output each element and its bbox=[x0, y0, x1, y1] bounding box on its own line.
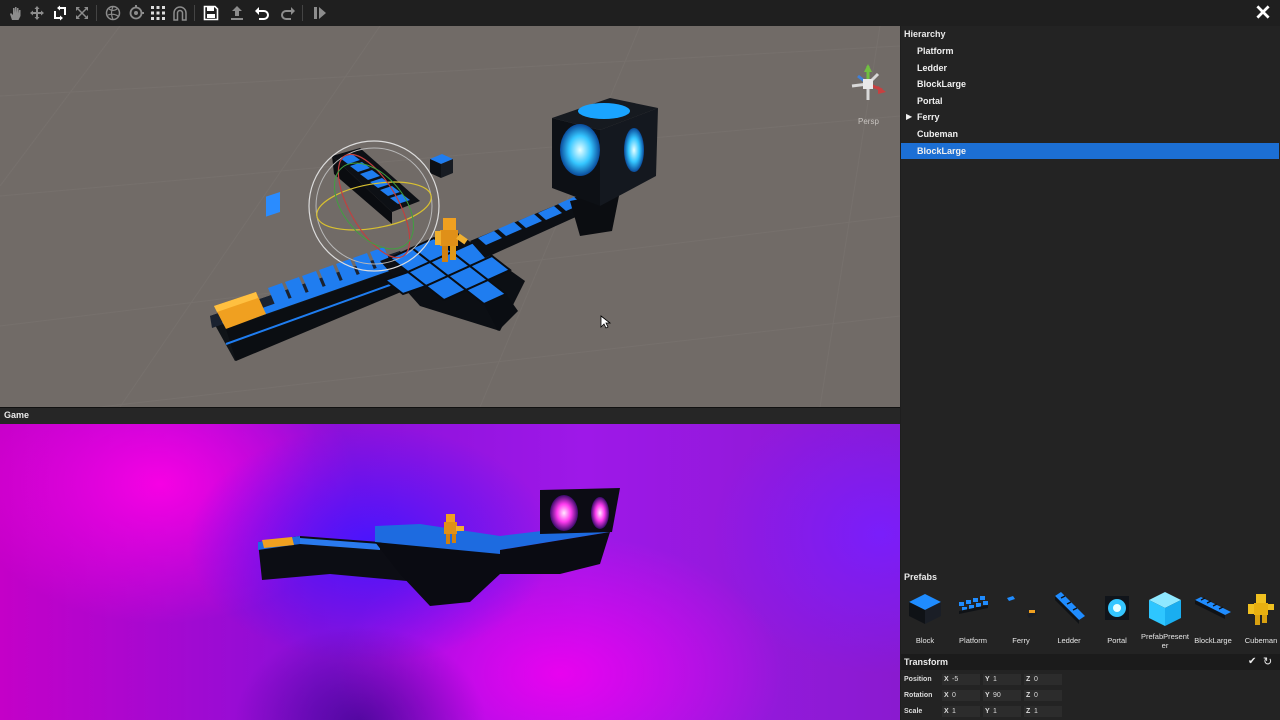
save-icon[interactable] bbox=[201, 3, 221, 23]
play-icon[interactable] bbox=[310, 3, 330, 23]
hierarchy-item[interactable]: ▶ Ferry bbox=[901, 109, 1279, 126]
scale-y-field[interactable]: Y1 bbox=[983, 706, 1021, 717]
small-block[interactable] bbox=[430, 154, 453, 178]
prefab-label: Block bbox=[915, 636, 935, 645]
globe-icon[interactable] bbox=[103, 3, 123, 23]
scale-x-field[interactable]: X1 bbox=[942, 706, 980, 717]
move-icon[interactable] bbox=[27, 3, 47, 23]
portal-icon bbox=[1097, 588, 1137, 628]
block-large-icon bbox=[1193, 588, 1233, 628]
prefab-item[interactable]: Ledder bbox=[1045, 584, 1093, 654]
position-row: Position X -5 Y1 Z0 bbox=[901, 673, 1280, 687]
hierarchy-item-label: BlockLarge bbox=[917, 145, 967, 156]
prefab-item[interactable]: Platform bbox=[949, 584, 997, 654]
portal-object[interactable] bbox=[552, 98, 658, 206]
block-icon bbox=[905, 588, 945, 628]
pivot-icon[interactable] bbox=[126, 3, 146, 23]
hand-icon[interactable] bbox=[5, 3, 25, 23]
hierarchy-item[interactable]: Portal bbox=[901, 93, 1279, 110]
hierarchy-item-label: Ferry bbox=[917, 112, 940, 123]
upload-icon[interactable] bbox=[227, 3, 247, 23]
hierarchy-item[interactable]: BlockLarge bbox=[901, 76, 1279, 93]
prefab-label: BlockLarge bbox=[1194, 636, 1232, 645]
rotation-y-field[interactable]: Y 90 bbox=[983, 690, 1021, 701]
position-z-field[interactable]: Z0 bbox=[1024, 674, 1062, 685]
close-icon[interactable] bbox=[1254, 3, 1274, 23]
scene-view[interactable]: Persp bbox=[0, 26, 900, 407]
hierarchy-item[interactable]: Platform bbox=[901, 43, 1279, 60]
scale-row: Scale X1 Y1 Z1 bbox=[901, 705, 1280, 719]
hierarchy-item-label: Ledder bbox=[917, 62, 948, 73]
game-view[interactable] bbox=[0, 424, 900, 720]
rotation-x-field[interactable]: X0 bbox=[942, 690, 980, 701]
prefab-item[interactable]: Ferry bbox=[997, 584, 1045, 654]
toolbar-divider bbox=[194, 5, 195, 21]
hierarchy-item[interactable]: Cubeman bbox=[901, 126, 1279, 143]
hierarchy-item-label: Portal bbox=[917, 95, 943, 106]
grid-icon[interactable] bbox=[148, 3, 168, 23]
transform-header: Transform ✔ ↻ bbox=[901, 654, 1280, 670]
mouse-cursor bbox=[600, 315, 612, 329]
rotate-icon[interactable] bbox=[50, 3, 70, 23]
hierarchy-item[interactable]: BlockLarge bbox=[901, 142, 1279, 160]
prefab-label: PrefabPresenter bbox=[1141, 632, 1189, 650]
position-label: Position bbox=[904, 676, 932, 683]
rotation-z-field[interactable]: Z0 bbox=[1024, 690, 1062, 701]
scene-canvas[interactable] bbox=[0, 26, 900, 407]
game-title: Game bbox=[4, 410, 30, 420]
prefab-item[interactable]: Block bbox=[901, 584, 949, 654]
hierarchy-list: Platform Ledder BlockLarge Portal ▶ Ferry Cube… bbox=[901, 43, 1280, 160]
reset-icon[interactable]: ↻ bbox=[1263, 655, 1272, 668]
editor-window: Persp Game Hierarchy Platform Ledder Blo… bbox=[0, 0, 1280, 720]
hierarchy-title: Hierarchy bbox=[904, 29, 946, 39]
redo-icon[interactable] bbox=[278, 3, 298, 23]
hierarchy-item-label: BlockLarge bbox=[917, 79, 967, 90]
transform-title: Transform bbox=[904, 657, 949, 667]
rotation-row: Rotation X0 Y 90 Z0 bbox=[901, 689, 1280, 703]
prefab-label: Platform bbox=[959, 636, 987, 645]
persp-label[interactable]: Persp bbox=[858, 117, 879, 126]
checkmark-icon[interactable]: ✔ bbox=[1248, 656, 1256, 667]
toolbar-divider bbox=[96, 5, 97, 21]
prefab-strip: Block Platform Ferry Ledder Portal PrefabPres… bbox=[901, 584, 1280, 654]
ferry-icon bbox=[1001, 588, 1041, 628]
scale-z-field[interactable]: Z1 bbox=[1024, 706, 1062, 717]
magnet-icon[interactable] bbox=[170, 3, 190, 23]
position-y-field[interactable]: Y1 bbox=[983, 674, 1021, 685]
hierarchy-item-label: Cubeman bbox=[917, 128, 959, 139]
toolbar bbox=[0, 0, 1280, 26]
platform-icon bbox=[953, 588, 993, 628]
hierarchy-item-label: Platform bbox=[917, 46, 954, 56]
inspector-panel: Hierarchy Platform Ledder BlockLarge Portal… bbox=[901, 26, 1280, 720]
game-header: Game bbox=[0, 407, 900, 424]
prefab-item[interactable]: PrefabPresenter bbox=[1141, 584, 1189, 654]
prefabs-title: Prefabs bbox=[904, 572, 938, 582]
prefab-label: Cubeman bbox=[1244, 636, 1278, 645]
prefab-label: Ledder bbox=[1057, 636, 1081, 645]
prefab-item[interactable]: Cubeman bbox=[1237, 584, 1280, 654]
expand-arrow-icon[interactable]: ▶ bbox=[906, 112, 912, 121]
cubeman-icon bbox=[1241, 588, 1280, 628]
toolbar-divider bbox=[302, 5, 303, 21]
scale-icon[interactable] bbox=[72, 3, 92, 23]
prefab-label: Portal bbox=[1107, 636, 1127, 645]
prefab-presenter-icon bbox=[1145, 588, 1185, 628]
hierarchy-item[interactable]: Ledder bbox=[901, 60, 1279, 77]
rotation-label: Rotation bbox=[904, 692, 933, 699]
orientation-gizmo[interactable] bbox=[851, 64, 886, 100]
undo-icon[interactable] bbox=[252, 3, 272, 23]
prefab-item[interactable]: Portal bbox=[1093, 584, 1141, 654]
game-canvas bbox=[258, 488, 620, 606]
ledder-icon bbox=[1049, 588, 1089, 628]
prefab-label: Ferry bbox=[1012, 636, 1030, 645]
scale-label: Scale bbox=[904, 708, 923, 715]
position-x-field[interactable]: X -5 bbox=[942, 674, 980, 685]
prefab-item[interactable]: BlockLarge bbox=[1189, 584, 1237, 654]
